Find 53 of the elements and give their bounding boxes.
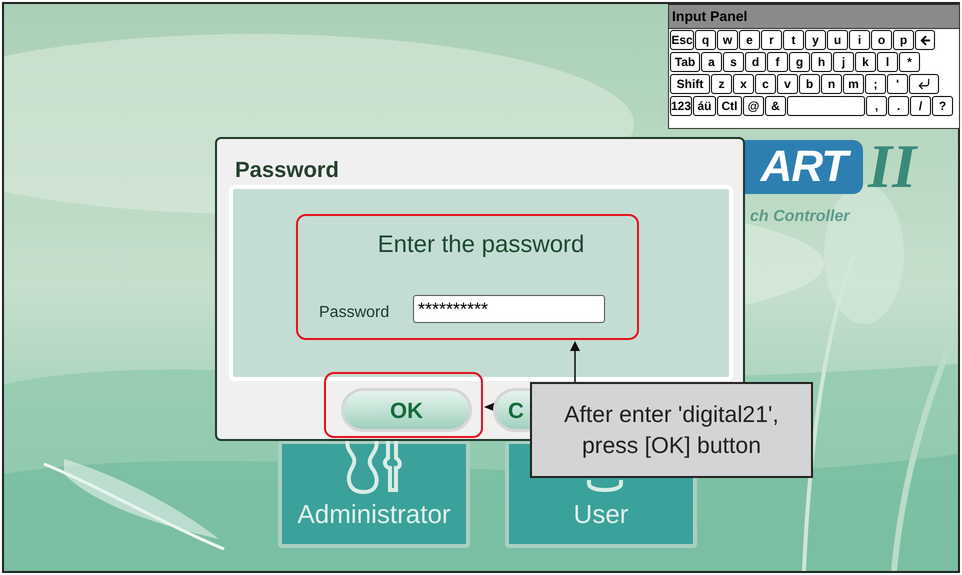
keyboard-key[interactable]: ? <box>932 96 953 116</box>
dialog-title: Password <box>235 156 339 184</box>
keyboard-key[interactable]: ; <box>865 74 886 94</box>
keyboard-key[interactable]: f <box>767 52 788 72</box>
logo-subtitle: ch Controller <box>750 207 850 227</box>
keyboard-key[interactable]: p <box>893 30 914 50</box>
keyboard-key[interactable]: g <box>789 52 810 72</box>
password-field[interactable]: ********** <box>413 295 605 323</box>
keyboard-key[interactable]: h <box>811 52 832 72</box>
logo-numeral: II <box>868 136 916 198</box>
keyboard-key[interactable]: Ctl <box>717 96 742 116</box>
keyboard-key[interactable]: t <box>783 30 804 50</box>
keyboard-key[interactable]: e <box>739 30 760 50</box>
keyboard-key[interactable]: j <box>833 52 854 72</box>
keyboard-key[interactable]: m <box>843 74 864 94</box>
tile-label: Administrator <box>296 498 452 531</box>
panel-title: Input Panel <box>672 7 748 26</box>
keyboard-key[interactable]: & <box>765 96 786 116</box>
keyboard-key[interactable]: k <box>855 52 876 72</box>
logo-wordmark: ART <box>760 142 853 192</box>
keyboard-key[interactable]: l <box>877 52 898 72</box>
keyboard-key[interactable]: q <box>695 30 716 50</box>
keyboard-key[interactable]: n <box>821 74 842 94</box>
password-label: Password <box>319 303 390 323</box>
keyboard-key[interactable]: x <box>733 74 754 94</box>
keyboard-key[interactable]: y <box>805 30 826 50</box>
keyboard-key[interactable]: Shift <box>670 74 710 94</box>
keyboard-key[interactable]: / <box>910 96 931 116</box>
tile-label: User <box>572 498 630 531</box>
keyboard-key[interactable]: c <box>755 74 776 94</box>
keyboard-key[interactable]: d <box>745 52 766 72</box>
dialog-button[interactable]: C <box>493 388 530 432</box>
keyboard-key[interactable]: b <box>799 74 820 94</box>
keyboard-key[interactable]: 123 <box>670 96 692 116</box>
keyboard-key[interactable]: i <box>849 30 870 50</box>
keyboard-key[interactable]: a <box>701 52 722 72</box>
keyboard-key[interactable]: , <box>866 96 887 116</box>
keyboard-key[interactable]: . <box>888 96 909 116</box>
dialog-button[interactable]: OK <box>341 388 472 432</box>
keyboard-key[interactable]: w <box>717 30 738 50</box>
keyboard-key[interactable]: @ <box>743 96 764 116</box>
keyboard-key[interactable]: z <box>711 74 732 94</box>
keyboard-key[interactable]: Tab <box>670 52 700 72</box>
keyboard-key[interactable]: * <box>899 52 920 72</box>
dialog-heading: Enter the password <box>376 230 586 260</box>
keyboard-key[interactable]: v <box>777 74 798 94</box>
keyboard-key[interactable]: ' <box>887 74 908 94</box>
keyboard-key[interactable]: áü <box>693 96 716 116</box>
keyboard-key[interactable]: s <box>723 52 744 72</box>
keyboard-key[interactable]: u <box>827 30 848 50</box>
keyboard-key[interactable]: r <box>761 30 782 50</box>
keyboard-key[interactable]: Esc <box>670 30 694 50</box>
keyboard-key[interactable]: o <box>871 30 892 50</box>
